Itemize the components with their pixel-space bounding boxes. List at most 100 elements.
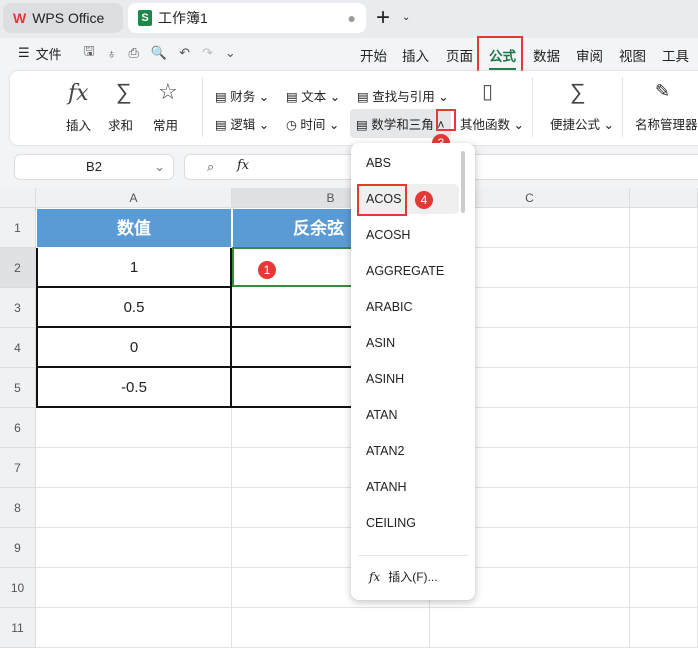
cell[interactable] — [36, 488, 232, 528]
row-header[interactable]: 4 — [0, 328, 36, 368]
tab-home[interactable]: 开始 — [360, 45, 387, 65]
label: 财务 — [230, 90, 256, 104]
function-item[interactable]: ATAN2 — [357, 436, 459, 466]
label: 查找与引用 — [372, 90, 435, 104]
cell-a1[interactable]: 数值 — [36, 208, 232, 248]
function-item[interactable]: ACOSH — [357, 220, 459, 250]
name-manager-icon[interactable]: ✎ — [655, 81, 670, 102]
menu-icon[interactable]: ☰ — [18, 45, 30, 61]
quick-formula-button[interactable]: 便捷公式 ⌄ — [550, 114, 614, 133]
row-header[interactable]: 6 — [0, 408, 36, 448]
row-header[interactable]: 5 — [0, 368, 36, 408]
common-button[interactable]: 常用 — [153, 115, 178, 134]
cell[interactable] — [36, 448, 232, 488]
formula-bar: B2 ⌄ ⌕ fx — [0, 150, 698, 184]
row-header[interactable]: 1 — [0, 208, 36, 248]
chevron-down-icon[interactable]: ⌄ — [402, 12, 410, 23]
cell[interactable] — [36, 608, 232, 648]
cell-a4[interactable]: 0 — [36, 328, 232, 368]
name-box[interactable]: B2 ⌄ — [14, 154, 174, 180]
cell[interactable] — [430, 608, 630, 648]
row-header[interactable]: 7 — [0, 448, 36, 488]
cell[interactable] — [630, 568, 698, 608]
row-header[interactable]: 3 — [0, 288, 36, 328]
function-item[interactable]: CEILING — [357, 508, 459, 538]
cell[interactable] — [630, 488, 698, 528]
cell[interactable] — [630, 368, 698, 408]
scrollbar[interactable] — [461, 151, 465, 213]
logic-button[interactable]: ▤ 逻辑 ⌄ — [215, 114, 269, 133]
function-item[interactable]: ATANH — [357, 472, 459, 502]
file-menu[interactable]: 文件 — [36, 44, 62, 63]
row-header[interactable]: 11 — [0, 608, 36, 648]
time-button[interactable]: ◷ 时间 ⌄ — [286, 114, 339, 133]
sum-icon[interactable]: ∑ — [116, 79, 132, 105]
print-preview-icon[interactable]: 🔍 — [151, 45, 167, 61]
share-icon[interactable]: ♁ — [107, 46, 117, 61]
tab-label: WPS Office — [32, 10, 105, 26]
quick-formula-icon[interactable]: ∑ — [570, 79, 586, 105]
text-button[interactable]: ▤ 文本 ⌄ — [286, 86, 340, 105]
redo-icon[interactable]: ↷ — [202, 45, 213, 61]
tab-workbook[interactable]: S 工作簿1 ● — [128, 3, 366, 33]
row-header[interactable]: 9 — [0, 528, 36, 568]
tab-tools[interactable]: 工具 — [662, 45, 689, 65]
tab-page[interactable]: 页面 — [446, 45, 473, 65]
tab-review[interactable]: 审阅 — [576, 45, 603, 65]
column-header-d[interactable] — [630, 188, 698, 208]
star-icon[interactable]: ☆ — [158, 79, 178, 105]
cell[interactable] — [630, 288, 698, 328]
cell[interactable] — [232, 608, 430, 648]
zoom-icon[interactable]: ⌕ — [207, 159, 214, 175]
column-header-a[interactable]: A — [36, 188, 232, 208]
cell[interactable] — [630, 248, 698, 288]
row-header[interactable]: 10 — [0, 568, 36, 608]
row-header[interactable]: 8 — [0, 488, 36, 528]
annotation-badge: 4 — [415, 191, 433, 209]
cell[interactable] — [36, 528, 232, 568]
fx-icon[interactable]: fx — [237, 158, 249, 173]
save-icon[interactable]: 🖫 — [84, 42, 95, 64]
cell[interactable] — [36, 408, 232, 448]
cell[interactable] — [630, 208, 698, 248]
new-tab-button[interactable]: + — [376, 4, 390, 32]
other-functions-button[interactable]: 其他函数 ⌄ — [460, 114, 524, 133]
cell[interactable] — [630, 448, 698, 488]
insert-function-icon[interactable]: fx — [68, 81, 89, 106]
lookup-button[interactable]: ▤ 查找与引用 ⌄ — [357, 86, 449, 105]
name-manager-button[interactable]: 名称管理器 — [635, 114, 698, 133]
finance-button[interactable]: ▤ 财务 ⌄ — [215, 86, 269, 105]
row-header[interactable]: 2 — [0, 248, 36, 288]
tab-view[interactable]: 视图 — [619, 45, 646, 65]
tab-wps-office[interactable]: W WPS Office — [3, 3, 123, 33]
fx-icon: fx — [369, 570, 381, 584]
function-item[interactable]: AGGREGATE — [357, 256, 459, 286]
cell[interactable] — [630, 328, 698, 368]
spreadsheet-grid[interactable]: A B C 1 2 3 4 5 6 7 8 9 10 11 数值 反余弦 1 0.5 0 -0.5 … — [0, 188, 698, 650]
undo-icon[interactable]: ↶ — [179, 45, 190, 61]
cell-a3[interactable]: 0.5 — [36, 288, 232, 328]
print-icon[interactable]: ⎙ — [129, 45, 139, 61]
insert-function-item[interactable]: fx 插入(F)... — [369, 568, 438, 585]
function-item[interactable]: ABS — [357, 148, 459, 178]
cell[interactable] — [630, 608, 698, 648]
cell[interactable] — [630, 528, 698, 568]
tab-label: 工作簿1 — [158, 10, 208, 26]
more-chevron-icon[interactable]: ⌄ — [225, 45, 236, 61]
function-item[interactable]: ASIN — [357, 328, 459, 358]
cell[interactable] — [36, 568, 232, 608]
tab-data[interactable]: 数据 — [533, 45, 560, 65]
function-item[interactable]: ASINH — [357, 364, 459, 394]
spreadsheet-icon: S — [138, 10, 152, 26]
sum-button[interactable]: 求和 — [108, 115, 133, 134]
function-item[interactable]: ARABIC — [357, 292, 459, 322]
other-functions-icon[interactable]: ▯ — [482, 79, 493, 104]
function-item[interactable]: ATAN — [357, 400, 459, 430]
cell-a5[interactable]: -0.5 — [36, 368, 232, 408]
select-all[interactable] — [0, 188, 36, 208]
insert-function-button[interactable]: 插入 — [66, 115, 91, 134]
tab-insert[interactable]: 插入 — [402, 45, 429, 65]
cell[interactable] — [630, 408, 698, 448]
cell-a2[interactable]: 1 — [36, 248, 232, 288]
wps-logo-icon: W — [13, 10, 27, 26]
